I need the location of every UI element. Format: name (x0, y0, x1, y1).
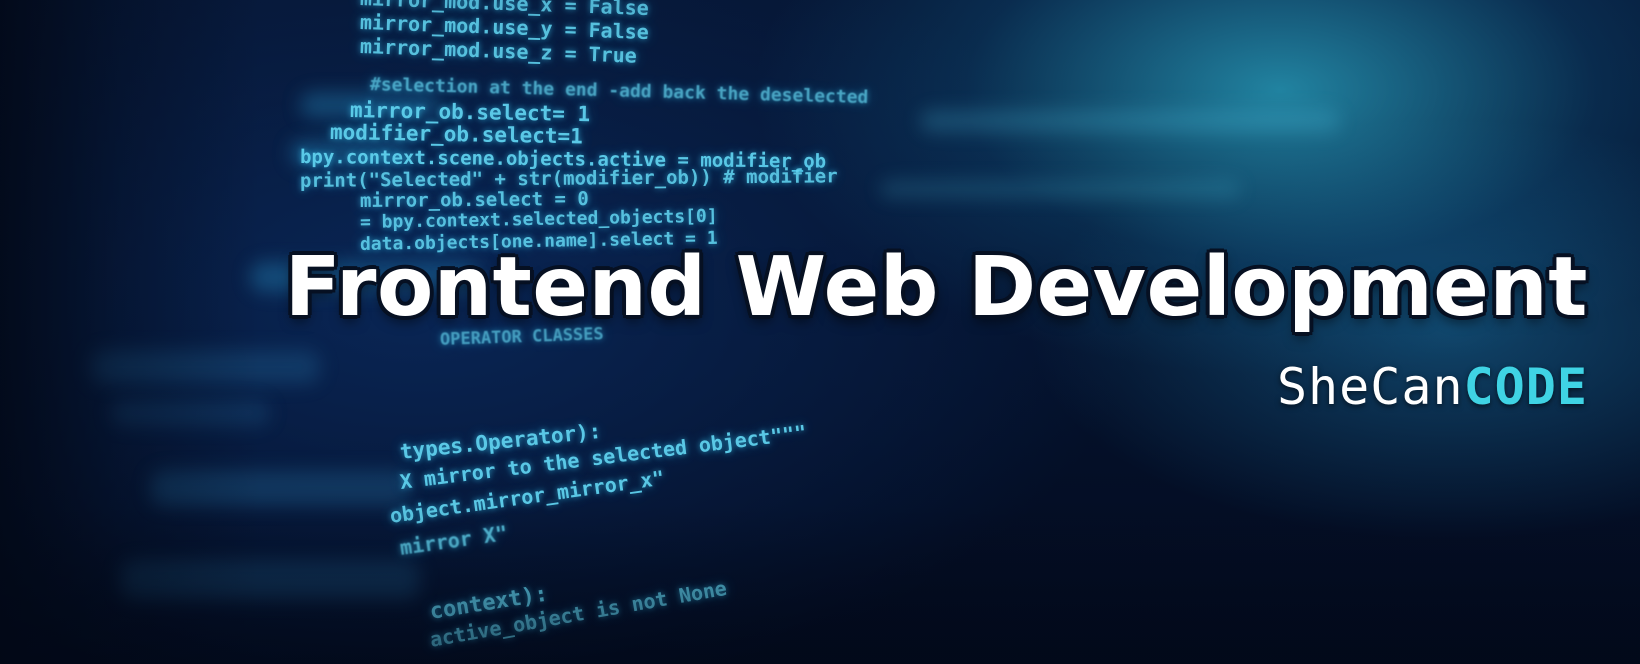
code-glow-bar (880, 180, 1240, 198)
logo-suffix: CODE (1463, 358, 1588, 416)
hero-banner: mirror_mod.use_x = False mirror_mod.use_… (0, 0, 1640, 664)
shecancode-logo: SheCanCODE (1277, 358, 1588, 416)
code-glow-bar (110, 400, 270, 426)
code-glow-bar (120, 560, 420, 600)
code-glow-bar (920, 110, 1340, 132)
code-line: mirror X" (398, 521, 509, 560)
code-glow-bar (90, 350, 320, 384)
banner-title: Frontend Web Development (284, 240, 1588, 335)
code-glow-bar (150, 470, 410, 506)
logo-prefix: SheCan (1276, 358, 1464, 416)
code-line: modifier_ob.select=1 (329, 120, 584, 149)
